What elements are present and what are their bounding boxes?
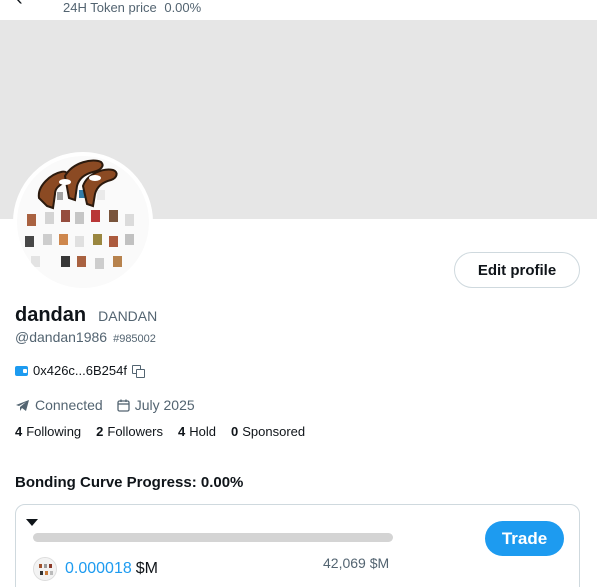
market-cap-target: 42,069 $M bbox=[323, 555, 390, 571]
copy-icon[interactable] bbox=[131, 364, 145, 378]
stat-label: Followers bbox=[107, 424, 164, 439]
stats-row: 4 Following 2 Followers 4 Hold 0 Sponsored bbox=[15, 424, 320, 439]
wallet-row: 0x426c...6B254f bbox=[15, 363, 145, 378]
bonding-curve-title: Bonding Curve Progress: 0.00% bbox=[15, 474, 244, 491]
connection-status: Connected bbox=[15, 397, 103, 413]
token-price-label: 24H Token price bbox=[63, 0, 157, 15]
stat-label: Sponsored bbox=[242, 424, 306, 439]
stat-count: 4 bbox=[15, 424, 23, 439]
stat-label: Following bbox=[26, 424, 82, 439]
market-value: 0.000018 bbox=[65, 560, 132, 577]
telegram-icon bbox=[16, 399, 29, 411]
top-bar: ‹ 24H Token price 0.00% bbox=[0, 0, 610, 20]
stat-following[interactable]: 4 Following bbox=[15, 424, 81, 439]
stat-followers[interactable]: 2 Followers bbox=[96, 424, 163, 439]
stat-count: 0 bbox=[231, 424, 239, 439]
name-row: dandan DANDAN bbox=[15, 304, 157, 327]
bonding-progress-bar bbox=[33, 533, 393, 542]
avatar-image bbox=[17, 156, 149, 288]
join-date-label: July 2025 bbox=[134, 397, 195, 413]
stat-count: 4 bbox=[178, 424, 186, 439]
user-handle: @dandan1986 bbox=[15, 329, 108, 345]
collapse-caret-icon[interactable] bbox=[26, 519, 38, 526]
page-edge bbox=[597, 0, 610, 587]
token-price-value: 0.00% bbox=[164, 0, 202, 15]
market-value-row: 0.000018 $M bbox=[33, 557, 158, 581]
connection-status-label: Connected bbox=[35, 397, 103, 413]
handle-row: @dandan1986 #985002 bbox=[15, 329, 156, 345]
meta-row: Connected July 2025 bbox=[15, 397, 209, 413]
bonding-curve-card: Trade 0.000018 $M 42,069 $M bbox=[15, 504, 580, 587]
market-value-unit: $M bbox=[135, 560, 158, 577]
wallet-address: 0x426c...6B254f bbox=[33, 363, 127, 378]
token-price: 24H Token price 0.00% bbox=[63, 0, 201, 16]
stat-label: Hold bbox=[189, 424, 216, 439]
calendar-icon bbox=[117, 399, 130, 412]
display-name: dandan bbox=[15, 304, 87, 326]
avatar[interactable] bbox=[13, 152, 153, 292]
token-avatar-image bbox=[34, 558, 56, 580]
token-avatar bbox=[33, 557, 57, 581]
token-ticker: DANDAN bbox=[98, 308, 158, 324]
arrow-left-icon[interactable]: ‹ bbox=[16, 0, 23, 11]
wallet-icon bbox=[15, 365, 28, 376]
stat-sponsored[interactable]: 0 Sponsored bbox=[231, 424, 305, 439]
edit-profile-button[interactable]: Edit profile bbox=[454, 252, 580, 288]
stat-hold[interactable]: 4 Hold bbox=[178, 424, 216, 439]
trade-button[interactable]: Trade bbox=[485, 521, 564, 556]
user-id: #985002 bbox=[113, 333, 156, 345]
stat-count: 2 bbox=[96, 424, 104, 439]
join-date: July 2025 bbox=[117, 397, 195, 413]
